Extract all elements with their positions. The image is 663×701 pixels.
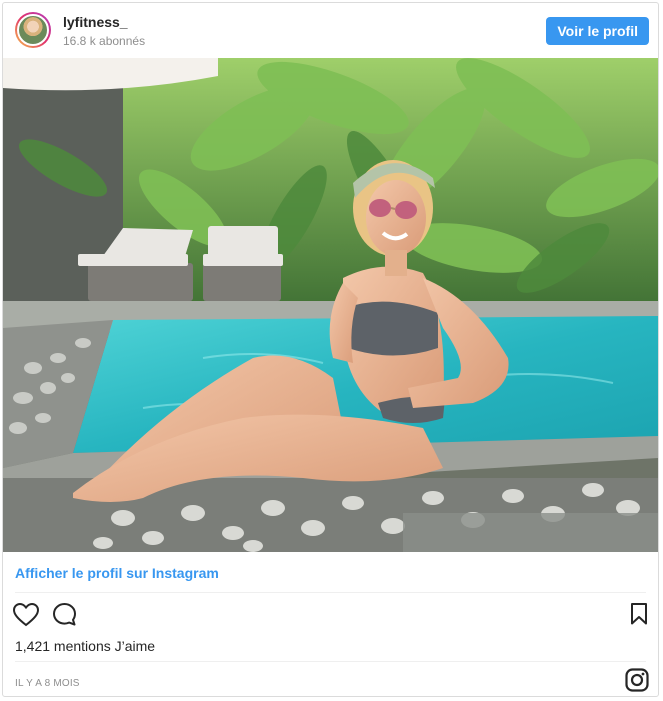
- divider: [15, 661, 646, 662]
- post-header: lyfitness_ 16.8 k abonnés Voir le profil: [3, 3, 658, 57]
- action-bar: [13, 601, 648, 631]
- post-timestamp[interactable]: IL Y A 8 MOIS: [15, 678, 80, 689]
- post-image[interactable]: [3, 58, 658, 552]
- comment-icon[interactable]: [52, 602, 77, 627]
- view-profile-button[interactable]: Voir le profil: [546, 17, 649, 45]
- like-count[interactable]: 1,421 mentions J’aime: [15, 638, 155, 654]
- view-profile-on-instagram-link[interactable]: Afficher le profil sur Instagram: [15, 565, 219, 581]
- instagram-icon[interactable]: [625, 668, 649, 692]
- avatar-image: [17, 14, 49, 46]
- instagram-embed-card: lyfitness_ 16.8 k abonnés Voir le profil: [2, 2, 659, 697]
- bookmark-icon[interactable]: [630, 603, 648, 625]
- divider: [15, 592, 646, 593]
- avatar[interactable]: [15, 12, 51, 48]
- post-photo-illustration: [3, 58, 658, 552]
- heart-icon[interactable]: [13, 603, 39, 627]
- follower-count: 16.8 k abonnés: [63, 34, 146, 48]
- username[interactable]: lyfitness_: [63, 14, 128, 30]
